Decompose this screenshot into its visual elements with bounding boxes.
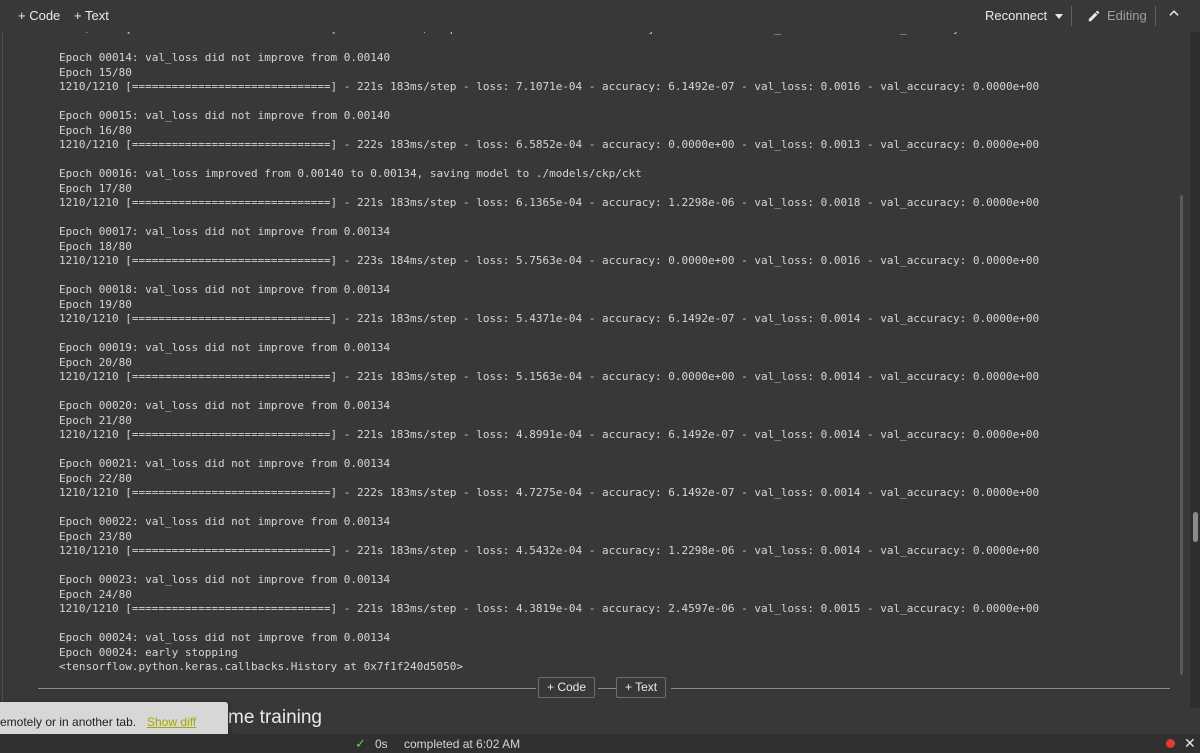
execution-duration: 0s <box>375 737 388 751</box>
scrollbar-track[interactable] <box>1190 32 1200 708</box>
execution-status[interactable]: completed at 6:02 AM <box>404 737 520 751</box>
output-line: Epoch 15/80 <box>59 65 132 79</box>
output-line: Epoch 00016: val_loss improved from 0.00… <box>59 167 642 180</box>
divider-line <box>671 688 1170 689</box>
output-line: Epoch 18/80 <box>59 239 132 253</box>
output-line: Epoch 23/80 <box>59 529 132 543</box>
output-line: Epoch 24/80 <box>59 587 132 601</box>
output-line: Epoch 16/80 <box>59 123 132 137</box>
output-line: 1210/1210 [=============================… <box>59 370 1040 383</box>
close-icon[interactable]: ✕ <box>1184 735 1196 752</box>
output-line: Epoch 22/80 <box>59 471 132 485</box>
output-scrollbar[interactable] <box>1180 195 1183 675</box>
output-line: Epoch 00019: val_loss did not improve fr… <box>59 341 391 354</box>
output-line: Epoch 00023: val_loss did not improve fr… <box>59 573 391 586</box>
section-heading: me training <box>228 707 322 728</box>
output-line: <tensorflow.python.keras.callbacks.Histo… <box>59 660 463 673</box>
cell-gutter <box>2 32 3 708</box>
output-line: Epoch 00021: val_loss did not improve fr… <box>59 457 391 470</box>
notebook-toolbar: + Code + Text Reconnect Editing <box>0 0 1200 32</box>
output-line: 1210/1210 [=============================… <box>59 254 1040 267</box>
divider-line <box>38 688 536 689</box>
collapse-button[interactable] <box>1166 0 1182 32</box>
output-line: Epoch 20/80 <box>59 355 132 369</box>
output-line: Epoch 00020: val_loss did not improve fr… <box>59 399 391 412</box>
pencil-icon <box>1088 10 1100 22</box>
red-dot-icon <box>1166 739 1175 748</box>
output-line: 1210/1210 [=============================… <box>59 602 1040 615</box>
output-line: Epoch 00017: val_loss did not improve fr… <box>59 225 391 238</box>
scrollbar-thumb[interactable] <box>1193 512 1198 542</box>
editing-label: Editing <box>1107 8 1147 23</box>
output-line: 1210/1210 [=============================… <box>59 428 1040 441</box>
output-line: 1210/1210 [=============================… <box>59 32 1184 37</box>
insert-text-button[interactable]: + Text <box>616 677 667 698</box>
divider-line <box>598 688 616 689</box>
toolbar-divider <box>1155 6 1156 26</box>
add-code-button[interactable]: + Code <box>18 0 60 32</box>
insert-code-button[interactable]: + Code <box>538 677 596 698</box>
output-line: Epoch 19/80 <box>59 297 132 311</box>
output-line: Epoch 00022: val_loss did not improve fr… <box>59 515 391 528</box>
output-line: 1210/1210 [=============================… <box>59 544 1040 557</box>
reconnect-label: Reconnect <box>985 8 1048 23</box>
code-cell: 1210/1210 [=============================… <box>0 32 1190 708</box>
cell-output: 1210/1210 [=============================… <box>59 32 1184 675</box>
output-line: 1210/1210 [=============================… <box>59 80 1040 93</box>
toolbar-divider <box>1071 6 1072 26</box>
output-line: 1210/1210 [=============================… <box>59 486 1040 499</box>
output-line: Epoch 00024: early stopping <box>59 645 238 659</box>
output-line: Epoch 00018: val_loss did not improve fr… <box>59 283 391 296</box>
show-diff-link[interactable]: Show diff <box>147 715 196 729</box>
reconnect-button[interactable]: Reconnect <box>985 0 1064 32</box>
output-line: Epoch 17/80 <box>59 181 132 195</box>
caret-down-icon <box>1055 14 1064 20</box>
check-icon: ✓ <box>355 736 366 751</box>
chevron-up-icon <box>1169 10 1179 16</box>
output-line: 1210/1210 [=============================… <box>59 312 1040 325</box>
output-line: Epoch 00024: val_loss did not improve fr… <box>59 631 391 644</box>
output-line: Epoch 00015: val_loss did not improve fr… <box>59 109 391 122</box>
output-line: Epoch 21/80 <box>59 413 132 427</box>
output-line: 1210/1210 [=============================… <box>59 196 1040 209</box>
status-bar: ✓ 0s completed at 6:02 AM ✕ <box>0 734 1200 753</box>
snackbar-message: emotely or in another tab. <box>0 715 137 729</box>
add-text-button[interactable]: + Text <box>74 0 109 32</box>
editing-mode-button[interactable]: Editing <box>1087 0 1147 32</box>
output-line: 1210/1210 [=============================… <box>59 138 1040 151</box>
output-line: Epoch 00014: val_loss did not improve fr… <box>59 51 391 64</box>
